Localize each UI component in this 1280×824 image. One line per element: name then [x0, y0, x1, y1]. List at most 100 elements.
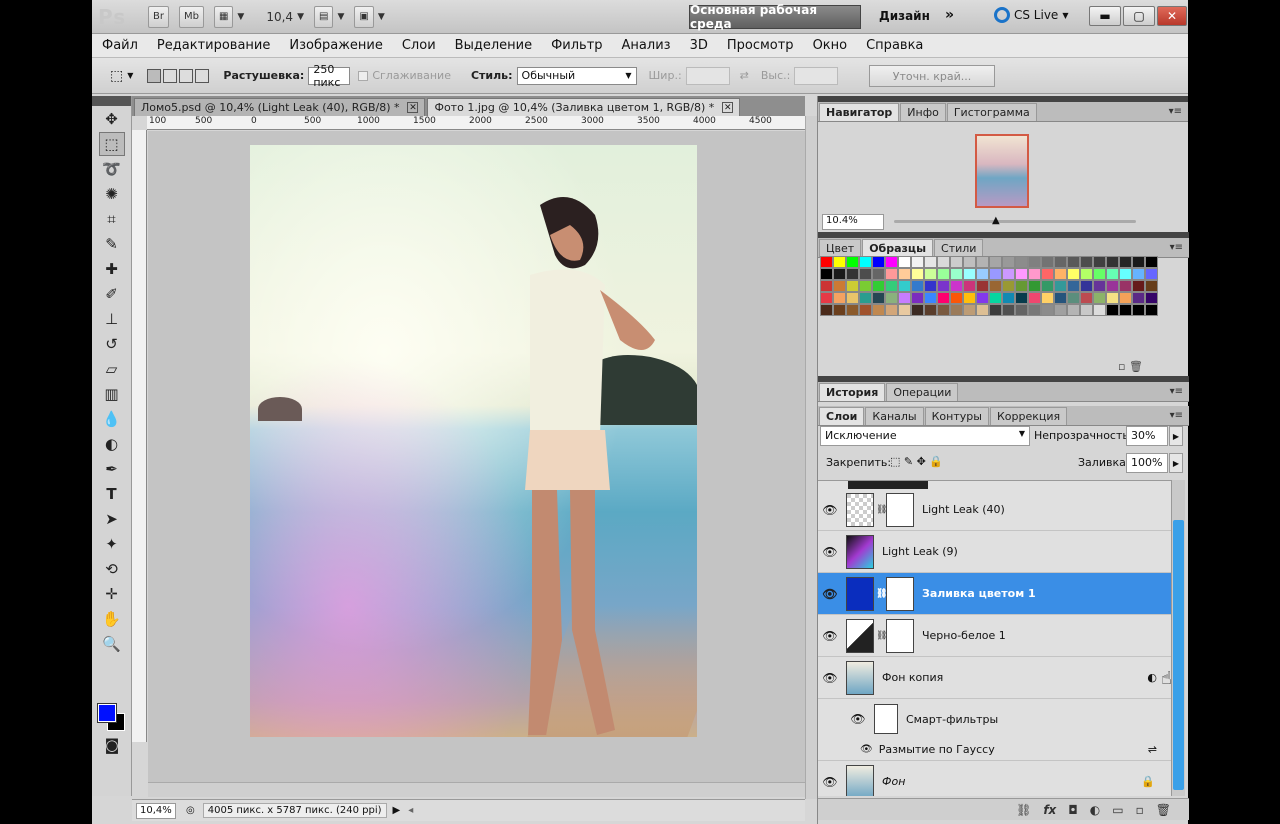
opacity-slider-button[interactable]: ▶ [1169, 426, 1183, 446]
color-swatch[interactable] [989, 304, 1002, 316]
color-swatch[interactable] [1080, 256, 1093, 268]
fill-slider-button[interactable]: ▶ [1169, 453, 1183, 473]
color-swatch[interactable] [937, 280, 950, 292]
eye-icon[interactable]: 👁 [818, 587, 842, 601]
color-swatch[interactable] [976, 292, 989, 304]
color-swatch[interactable] [859, 292, 872, 304]
tab-histogram[interactable]: Гистограмма [946, 103, 1037, 121]
hand-tool-icon[interactable]: ✋ [99, 607, 125, 631]
color-swatch[interactable] [898, 304, 911, 316]
color-swatch[interactable] [1145, 304, 1158, 316]
color-swatch[interactable] [937, 268, 950, 280]
navigator-thumbnail[interactable] [975, 134, 1029, 208]
color-swatch[interactable] [1041, 256, 1054, 268]
color-swatch[interactable] [1067, 280, 1080, 292]
color-swatch[interactable] [1041, 292, 1054, 304]
color-swatch[interactable] [1132, 280, 1145, 292]
antialias-checkbox[interactable] [358, 70, 369, 81]
color-swatch[interactable] [1106, 256, 1119, 268]
filter-options-icon[interactable]: ⇌ [1148, 743, 1157, 756]
color-swatch[interactable] [1080, 292, 1093, 304]
swatch-grid[interactable] [820, 256, 1172, 321]
intersect-selection-icon[interactable] [195, 68, 210, 83]
color-swatch[interactable] [1015, 256, 1028, 268]
layer-row[interactable]: 👁 ⛓ Light Leak (40) [818, 489, 1171, 531]
tab-swatches[interactable]: Образцы [862, 239, 934, 257]
eye-icon[interactable]: 👁 [818, 503, 842, 517]
brush-tool-icon[interactable]: ✐ [99, 282, 125, 306]
tab-channels[interactable]: Каналы [865, 407, 924, 425]
workspace-essentials-button[interactable]: Основная рабочая среда [689, 3, 861, 31]
feather-input[interactable]: 250 пикс [308, 63, 351, 89]
color-swatch[interactable] [963, 280, 976, 292]
trash-icon[interactable]: 🗑 [1156, 803, 1171, 817]
panel-menu-icon[interactable]: ▾≡ [1170, 242, 1183, 253]
color-swatch[interactable] [1080, 280, 1093, 292]
panel-menu-icon[interactable]: ▾≡ [1170, 386, 1183, 397]
color-swatch[interactable] [1015, 280, 1028, 292]
zoom-level[interactable]: 10,4 [266, 10, 293, 24]
eyedropper-tool-icon[interactable]: ✎ [99, 232, 125, 256]
slider-thumb-icon[interactable]: ▲ [992, 215, 1000, 226]
smart-filter-icon[interactable]: ◐ [1147, 671, 1157, 684]
menu-edit[interactable]: Редактирование [157, 38, 270, 53]
filter-mask-thumbnail[interactable] [874, 704, 898, 734]
color-swatch[interactable] [1015, 292, 1028, 304]
color-swatch[interactable] [1015, 268, 1028, 280]
adjustment-layer-icon[interactable]: ◐ [1090, 803, 1100, 817]
color-swatch[interactable] [911, 268, 924, 280]
link-layers-icon[interactable]: ⛓ [1016, 803, 1031, 817]
color-swatch[interactable] [937, 292, 950, 304]
menu-window[interactable]: Окно [813, 38, 848, 53]
document-photo[interactable] [250, 145, 697, 737]
color-swatch[interactable] [976, 280, 989, 292]
color-swatch[interactable] [924, 304, 937, 316]
color-swatch[interactable] [872, 256, 885, 268]
color-swatch[interactable] [924, 292, 937, 304]
scrollbar-thumb[interactable] [1173, 520, 1184, 790]
link-icon[interactable]: ⛓ [876, 631, 887, 641]
color-swatch[interactable] [846, 256, 859, 268]
tab-styles[interactable]: Стили [934, 239, 984, 257]
view-extras-button[interactable]: ▦ [213, 5, 234, 28]
color-swatch[interactable] [859, 256, 872, 268]
color-swatch[interactable] [976, 304, 989, 316]
style-select[interactable]: Обычный ▼ [516, 66, 637, 85]
3d-orbit-tool-icon[interactable]: ✛ [99, 582, 125, 606]
color-swatch[interactable] [989, 292, 1002, 304]
new-group-icon[interactable]: ▭ [1112, 803, 1123, 817]
color-swatch[interactable] [872, 280, 885, 292]
eye-icon[interactable]: 👁 [818, 629, 842, 643]
document-tab-lomo5[interactable]: Ломо5.psd @ 10,4% (Light Leak (40), RGB/… [134, 98, 426, 116]
close-icon[interactable]: ✕ [407, 102, 419, 113]
color-swatch[interactable] [1093, 280, 1106, 292]
color-swatch[interactable] [1028, 280, 1041, 292]
tab-layers[interactable]: Слои [819, 407, 865, 425]
color-swatch[interactable] [1002, 292, 1015, 304]
color-swatch[interactable] [1106, 304, 1119, 316]
layer-mask-thumbnail[interactable] [886, 492, 914, 527]
new-layer-icon[interactable]: ▫ [1136, 803, 1144, 817]
3d-rotate-tool-icon[interactable]: ⟲ [99, 557, 125, 581]
chevron-down-icon[interactable]: ▼ [378, 12, 385, 22]
horizontal-scrollbar[interactable] [148, 782, 805, 797]
eye-icon[interactable]: 👁 [846, 712, 870, 726]
color-swatch[interactable] [859, 280, 872, 292]
workspace-more-button[interactable]: » [945, 7, 954, 23]
minimize-button[interactable]: ▬ [1089, 6, 1121, 26]
menu-view[interactable]: Просмотр [727, 38, 794, 53]
color-swatch[interactable] [911, 304, 924, 316]
swatch-actions[interactable]: ▫ 🗑 [1118, 360, 1143, 373]
type-tool-icon[interactable]: T [99, 482, 125, 506]
blend-mode-select[interactable]: Исключение ▼ [820, 426, 1030, 446]
smart-filters-row[interactable]: 👁 Смарт-фильтры [818, 699, 1171, 739]
color-swatch[interactable] [898, 280, 911, 292]
color-swatch[interactable] [1028, 268, 1041, 280]
color-swatch[interactable] [950, 292, 963, 304]
color-swatch[interactable] [950, 256, 963, 268]
color-swatch[interactable] [1145, 280, 1158, 292]
layer-row[interactable]: 👁 Фон 🔒 [818, 761, 1171, 796]
panel-menu-icon[interactable]: ▾≡ [1170, 410, 1183, 421]
color-swatch[interactable] [833, 280, 846, 292]
color-swatch[interactable] [1145, 292, 1158, 304]
